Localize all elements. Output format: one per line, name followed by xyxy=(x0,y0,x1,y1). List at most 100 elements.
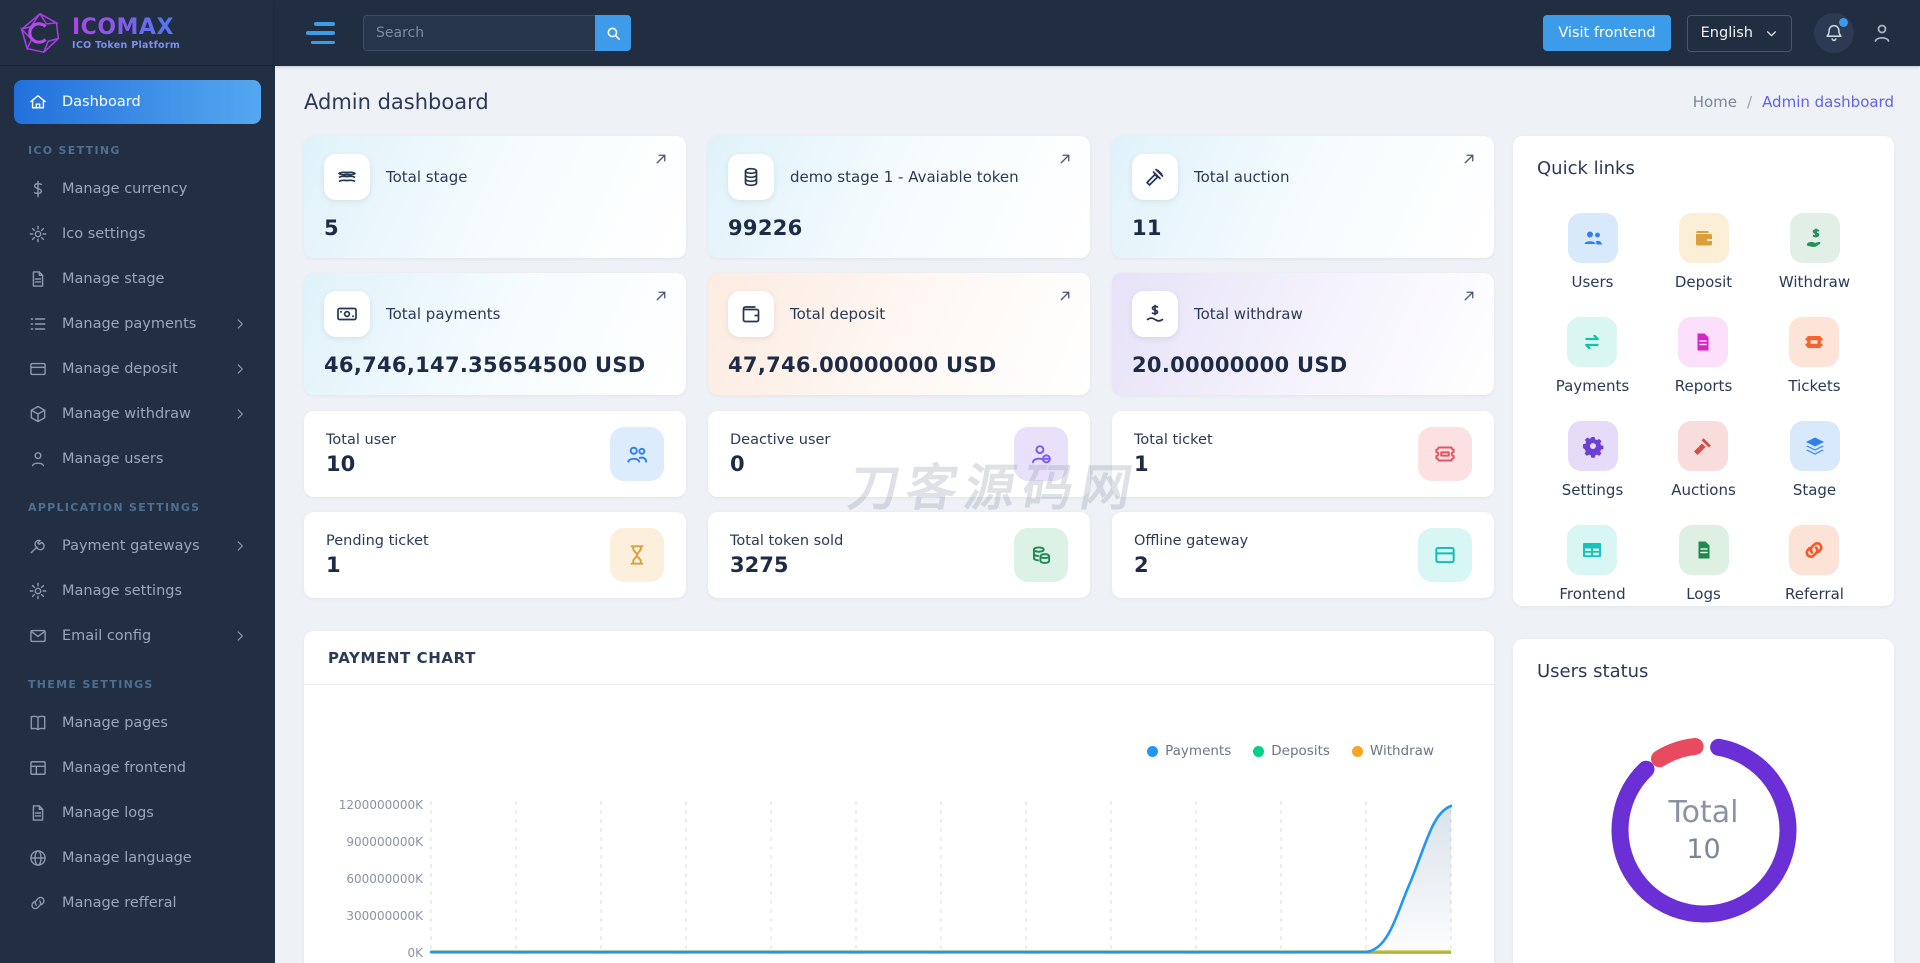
sidebar-item-manage-withdraw[interactable]: Manage withdraw xyxy=(14,392,261,436)
arrow-up-right-icon[interactable] xyxy=(1056,287,1074,305)
quick-links-card: Quick links Users Deposit Withdraw Payme… xyxy=(1513,136,1894,606)
sidebar-item-label: Payment gateways xyxy=(62,538,200,554)
stat-card-value: 47,746.00000000 USD xyxy=(728,353,997,377)
sidebar-item-label: Manage users xyxy=(62,451,164,467)
stat-card-label: Total token sold xyxy=(730,533,844,549)
ticket-icon xyxy=(1418,427,1472,481)
sidebar: ICOMAX ICO Token Platform Dashboard ICO … xyxy=(0,0,275,963)
stat-card-label: Total auction xyxy=(1194,168,1290,186)
quick-link-label: Deposit xyxy=(1674,273,1733,291)
breadcrumb-home-link[interactable]: Home xyxy=(1693,93,1737,111)
sidebar-item-label: Dashboard xyxy=(62,94,141,110)
link-icon xyxy=(1789,525,1840,575)
menu-icon[interactable] xyxy=(305,22,335,44)
sidebar-item-manage-currency[interactable]: Manage currency xyxy=(14,167,261,211)
quick-link-stage[interactable]: Stage xyxy=(1789,421,1840,499)
language-select[interactable]: English xyxy=(1686,14,1792,52)
chevron-right-icon xyxy=(233,317,247,331)
chevron-down-icon xyxy=(1765,27,1778,40)
quick-link-users[interactable]: Users xyxy=(1567,213,1618,291)
sidebar-item-label: Manage deposit xyxy=(62,361,178,377)
credit-card-icon xyxy=(1418,528,1472,582)
stat-card-value: 20.00000000 USD xyxy=(1132,353,1348,377)
quick-link-reports[interactable]: Reports xyxy=(1675,317,1732,395)
sidebar-item-ico-settings[interactable]: Ico settings xyxy=(14,212,261,256)
quick-link-label: Auctions xyxy=(1671,481,1736,499)
legend-item-withdraw[interactable]: Withdraw xyxy=(1351,743,1434,759)
quick-link-payments[interactable]: Payments xyxy=(1556,317,1629,395)
money-withdraw-icon xyxy=(1132,291,1178,337)
legend-dot-withdraw xyxy=(1351,745,1363,757)
search-bar xyxy=(363,15,631,51)
ticket-icon xyxy=(1789,317,1840,367)
arrow-up-right-icon[interactable] xyxy=(652,150,670,168)
user-icon xyxy=(28,449,48,469)
layout-icon xyxy=(28,758,48,778)
stat-card-label: Offline gateway xyxy=(1134,533,1249,549)
stat-card-value: 99226 xyxy=(728,216,803,240)
gear-icon xyxy=(28,224,48,244)
quick-link-label: Logs xyxy=(1686,585,1721,603)
stat-card-pending-ticket: Pending ticket 1 xyxy=(304,512,686,598)
users-icon xyxy=(1567,213,1618,263)
sidebar-item-label: Manage pages xyxy=(62,715,168,731)
sidebar-item-manage-frontend[interactable]: Manage frontend xyxy=(14,746,261,790)
ytick-label: 600000000K xyxy=(346,872,424,886)
quick-link-deposit[interactable]: Deposit xyxy=(1675,213,1732,291)
sidebar-item-manage-refferal[interactable]: Manage refferal xyxy=(14,881,261,925)
breadcrumb-current: Admin dashboard xyxy=(1762,93,1894,111)
ytick-label: 0K xyxy=(407,946,424,960)
quick-link-tickets[interactable]: Tickets xyxy=(1788,317,1841,395)
sidebar-item-label: Manage language xyxy=(62,850,192,866)
quick-link-withdraw[interactable]: Withdraw xyxy=(1779,213,1850,291)
app-logo[interactable]: ICOMAX ICO Token Platform xyxy=(0,0,275,66)
sidebar-item-manage-language[interactable]: Manage language xyxy=(14,836,261,880)
arrow-up-right-icon[interactable] xyxy=(652,287,670,305)
stat-card-total-auction: Total auction 11 xyxy=(1112,136,1494,258)
quick-link-auctions[interactable]: Auctions xyxy=(1671,421,1736,499)
sidebar-item-label: Ico settings xyxy=(62,226,146,242)
sidebar-item-label: Manage currency xyxy=(62,181,188,197)
card-icon xyxy=(28,359,48,379)
legend-item-payments[interactable]: Payments xyxy=(1147,743,1231,759)
sidebar-item-manage-deposit[interactable]: Manage deposit xyxy=(14,347,261,391)
account-icon[interactable] xyxy=(1870,21,1894,45)
chevron-right-icon xyxy=(233,629,247,643)
legend-item-deposits[interactable]: Deposits xyxy=(1253,743,1330,759)
sidebar-item-manage-logs[interactable]: Manage logs xyxy=(14,791,261,835)
payment-chart-card: PAYMENT CHART Payments Deposits Withdraw… xyxy=(304,631,1494,963)
sidebar-item-manage-stage[interactable]: Manage stage xyxy=(14,257,261,301)
sidebar-item-manage-settings[interactable]: Manage settings xyxy=(14,569,261,613)
sidebar-item-label: Email config xyxy=(62,628,152,644)
gavel-icon xyxy=(1132,154,1178,200)
sidebar-item-label: Manage logs xyxy=(62,805,154,821)
gear-icon xyxy=(1567,421,1618,471)
quick-link-frontend[interactable]: Frontend xyxy=(1559,525,1626,603)
search-button[interactable] xyxy=(595,15,631,51)
stat-card-available-token: demo stage 1 - Avaiable token 99226 xyxy=(708,136,1090,258)
arrow-up-right-icon[interactable] xyxy=(1056,150,1074,168)
mail-icon xyxy=(28,626,48,646)
sidebar-item-manage-pages[interactable]: Manage pages xyxy=(14,701,261,745)
sidebar-item-label: Manage withdraw xyxy=(62,406,191,422)
sidebar-item-payment-gateways[interactable]: Payment gateways xyxy=(14,524,261,568)
stat-card-value: 3275 xyxy=(730,553,789,577)
sidebar-item-manage-payments[interactable]: Manage payments xyxy=(14,302,261,346)
quick-link-logs[interactable]: Logs xyxy=(1678,525,1729,603)
stat-card-label: Pending ticket xyxy=(326,533,429,549)
arrow-up-right-icon[interactable] xyxy=(1460,150,1478,168)
quick-link-referral[interactable]: Referral xyxy=(1785,525,1844,603)
quick-link-label: Frontend xyxy=(1559,585,1626,603)
language-value: English xyxy=(1700,25,1753,41)
visit-frontend-button[interactable]: Visit frontend xyxy=(1543,15,1671,51)
quick-link-label: Payments xyxy=(1555,377,1630,395)
sidebar-item-manage-users[interactable]: Payment gateways Manage users xyxy=(14,437,261,481)
sidebar-item-dashboard[interactable]: Dashboard xyxy=(14,80,261,124)
sidebar-item-email-config[interactable]: Email config xyxy=(14,614,261,658)
stat-card-total-user: Total user 10 xyxy=(304,411,686,497)
notifications-button[interactable] xyxy=(1814,13,1854,53)
hourglass-icon xyxy=(610,528,664,582)
search-input[interactable] xyxy=(363,15,595,51)
arrow-up-right-icon[interactable] xyxy=(1460,287,1478,305)
quick-link-settings[interactable]: Settings xyxy=(1562,421,1623,499)
